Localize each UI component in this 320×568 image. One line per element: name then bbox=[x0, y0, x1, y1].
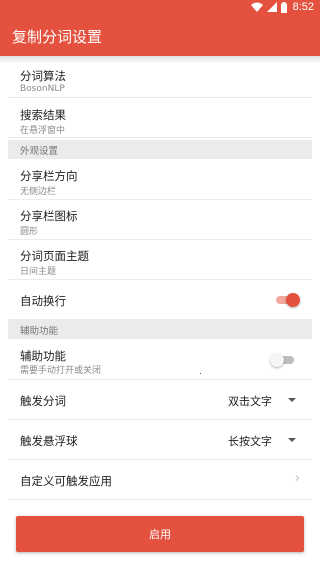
setting-share-bar-direction-title: 分享栏方向 bbox=[20, 169, 78, 183]
setting-trigger-segment[interactable]: 触发分词 双击文字 bbox=[8, 380, 312, 420]
app-bar: 复制分词设置 bbox=[0, 16, 320, 56]
setting-auto-wrap-title: 自动换行 bbox=[20, 294, 66, 308]
setting-page-theme-value: 日间主题 bbox=[20, 267, 57, 277]
setting-assist-subtitle: 需要手动打开或关闭 bbox=[20, 366, 102, 376]
setting-assist[interactable]: 辅助功能 需要手动打开或关闭 bbox=[8, 340, 312, 380]
setting-search-result[interactable]: 搜索结果 在悬浮窗中 bbox=[8, 98, 312, 138]
status-icons: 8:52 bbox=[250, 1, 314, 13]
chevron-down-icon bbox=[288, 438, 296, 442]
setting-custom-apps[interactable]: 自定义可触发应用 › bbox=[8, 460, 312, 500]
auto-wrap-toggle[interactable] bbox=[274, 293, 300, 307]
setting-trigger-segment-title: 触发分词 bbox=[20, 394, 66, 408]
setting-share-bar-direction-value: 无侧边栏 bbox=[20, 187, 57, 197]
trigger-float-dropdown[interactable]: 长按文字 bbox=[220, 429, 304, 451]
chevron-right-icon: › bbox=[294, 471, 300, 486]
divider-dot bbox=[200, 373, 201, 374]
status-bar: 8:52 bbox=[0, 0, 320, 16]
enable-button[interactable]: 启用 bbox=[16, 516, 304, 552]
assist-toggle-thumb bbox=[270, 353, 284, 367]
setting-page-theme[interactable]: 分词页面主题 日间主题 bbox=[8, 240, 312, 280]
assist-toggle[interactable] bbox=[270, 353, 296, 367]
setting-algorithm-value: BosonNLP bbox=[20, 84, 65, 94]
setting-trigger-float-title: 触发悬浮球 bbox=[20, 434, 78, 448]
trigger-segment-selected: 双击文字 bbox=[228, 395, 272, 408]
section-header-accessibility: 辅助功能 bbox=[8, 320, 312, 339]
footer: 启用 bbox=[0, 502, 320, 568]
chevron-down-icon bbox=[288, 398, 296, 402]
cell-signal-icon bbox=[266, 2, 277, 12]
setting-custom-apps-title: 自定义可触发应用 bbox=[20, 474, 112, 488]
setting-algorithm-title: 分词算法 bbox=[20, 69, 66, 83]
setting-assist-title: 辅助功能 bbox=[20, 349, 66, 363]
battery-icon bbox=[280, 1, 287, 13]
scroll-shadow bbox=[0, 56, 320, 64]
wifi-icon bbox=[250, 2, 263, 12]
setting-share-bar-direction[interactable]: 分享栏方向 无侧边栏 bbox=[8, 160, 312, 200]
setting-share-bar-icon-value: 圆形 bbox=[20, 227, 39, 237]
setting-search-result-title: 搜索结果 bbox=[20, 108, 66, 122]
settings-list[interactable]: 分词算法 BosonNLP 搜索结果 在悬浮窗中 外观设置 分享栏方向 无侧边栏… bbox=[0, 56, 320, 502]
trigger-segment-dropdown[interactable]: 双击文字 bbox=[220, 389, 304, 411]
setting-page-theme-title: 分词页面主题 bbox=[20, 249, 89, 263]
auto-wrap-toggle-thumb bbox=[286, 293, 300, 307]
section-header-appearance: 外观设置 bbox=[8, 140, 312, 159]
page-title: 复制分词设置 bbox=[12, 28, 103, 46]
setting-search-result-value: 在悬浮窗中 bbox=[20, 126, 66, 136]
setting-share-bar-icon[interactable]: 分享栏图标 圆形 bbox=[8, 200, 312, 240]
status-time: 8:52 bbox=[292, 1, 314, 13]
setting-trigger-float[interactable]: 触发悬浮球 长按文字 bbox=[8, 420, 312, 460]
setting-share-bar-icon-title: 分享栏图标 bbox=[20, 209, 78, 223]
setting-auto-wrap[interactable]: 自动换行 bbox=[8, 280, 312, 320]
section-header-accessibility-label: 辅助功能 bbox=[20, 326, 59, 337]
trigger-float-selected: 长按文字 bbox=[228, 435, 272, 448]
setting-algorithm[interactable]: 分词算法 BosonNLP bbox=[8, 60, 312, 98]
section-header-appearance-label: 外观设置 bbox=[20, 146, 59, 157]
